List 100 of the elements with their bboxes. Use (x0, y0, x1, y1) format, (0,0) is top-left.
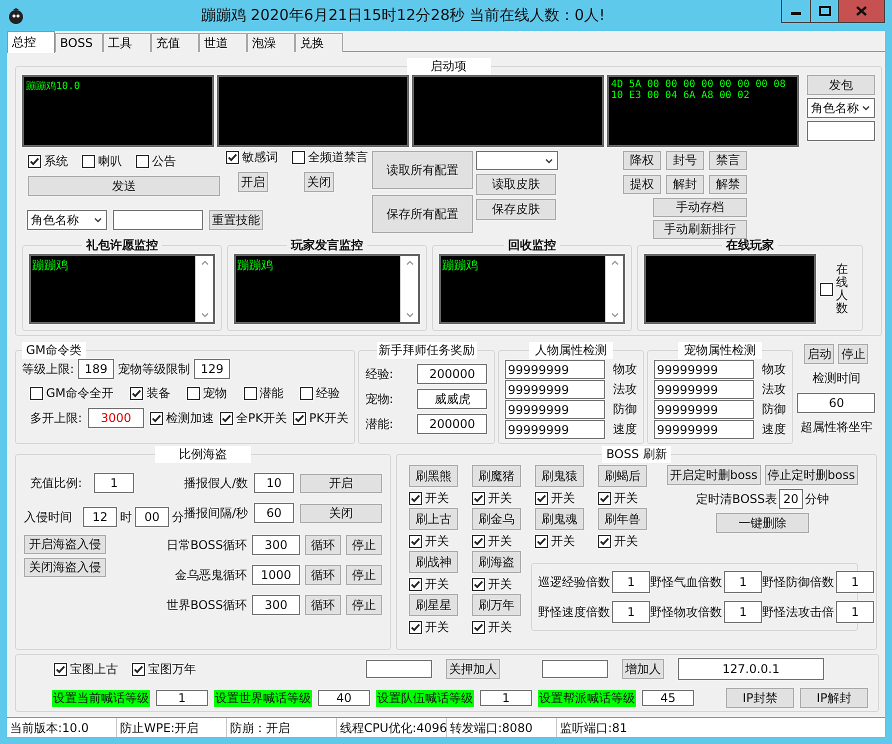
spawn-boss-button[interactable]: 刷鬼猿 (535, 465, 584, 487)
input-field[interactable]: 300 (252, 535, 300, 555)
spawn-boss-button[interactable]: 刷鬼魂 (535, 508, 584, 530)
spawn-boss-button[interactable]: 刷海盗 (472, 551, 522, 573)
loop-button[interactable]: 停止 (346, 565, 382, 585)
scrollbar[interactable] (195, 256, 213, 322)
loop-button[interactable]: 循环 (305, 595, 342, 615)
checkbox[interactable]: 开关 (598, 490, 638, 507)
input-field[interactable]: 60 (254, 503, 294, 523)
send-button[interactable]: 发送 (28, 176, 220, 196)
detector-button[interactable]: 停止 (838, 344, 868, 364)
spawn-boss-button[interactable]: 刷蝎后 (598, 465, 648, 487)
timer-button[interactable]: 开启定时删boss (667, 465, 761, 485)
loop-button[interactable]: 停止 (346, 595, 382, 615)
spawn-boss-button[interactable]: 刷黑熊 (409, 465, 458, 487)
checkbox[interactable]: 检测加速 (150, 410, 214, 426)
checkbox[interactable]: 开关 (409, 490, 450, 507)
skin-button[interactable]: 读取皮肤 (476, 174, 556, 195)
checkbox[interactable]: 开关 (535, 533, 576, 550)
tab[interactable]: 工具 (103, 33, 151, 52)
input-field[interactable]: 1 (612, 601, 650, 623)
input-field[interactable]: 129 (194, 359, 230, 379)
broadcast-button[interactable]: 关闭 (300, 504, 382, 522)
checkbox[interactable]: 宝图万年 (132, 660, 196, 678)
detector-button[interactable]: 启动 (804, 344, 834, 364)
input-field[interactable]: 99999999 (504, 360, 605, 379)
add-player-button[interactable]: 关押加人 (446, 659, 500, 679)
input-field[interactable]: 1 (836, 571, 874, 593)
input-field[interactable]: 200000 (417, 364, 488, 384)
checkbox[interactable]: 宠物 (186, 385, 227, 402)
input-field[interactable]: 00 (135, 507, 169, 527)
input-field[interactable]: 1 (612, 571, 650, 593)
checkbox[interactable]: 开关 (472, 576, 512, 593)
permission-button[interactable]: 降权 (623, 151, 661, 170)
input-field[interactable]: 189 (78, 359, 114, 379)
input-field[interactable]: 10 (254, 473, 294, 493)
permission-button[interactable]: 解封 (666, 175, 704, 194)
input-field[interactable]: 3000 (88, 408, 144, 428)
tab[interactable]: 世道 (199, 33, 247, 52)
input-field[interactable]: 20 (778, 489, 803, 509)
checkbox[interactable]: 喇叭 (82, 153, 122, 170)
input-field[interactable]: 99999999 (654, 420, 754, 439)
input-field[interactable]: 45 (642, 690, 694, 706)
loop-button[interactable]: 循环 (305, 565, 342, 585)
input-field[interactable] (807, 121, 875, 141)
input-field[interactable]: 99999999 (504, 380, 605, 399)
input-field[interactable]: 1 (156, 690, 208, 706)
tab[interactable]: 泡澡 (247, 33, 295, 52)
broadcast-button[interactable]: 开启 (300, 474, 382, 492)
timer-button[interactable]: 停止定时删boss (764, 465, 858, 485)
input-field[interactable]: 99999999 (654, 380, 754, 399)
spawn-boss-button[interactable]: 刷上古 (409, 508, 458, 530)
input-field[interactable]: 300 (252, 595, 300, 615)
checkbox[interactable]: 开关 (598, 533, 638, 550)
checkbox[interactable]: 敏感词 (226, 149, 278, 166)
skin-dropdown[interactable] (476, 151, 558, 170)
loop-button[interactable]: 循环 (305, 535, 342, 555)
input-field[interactable]: 1 (724, 571, 762, 593)
input-field[interactable]: 99999999 (654, 360, 754, 379)
tab[interactable]: 总控 (7, 31, 55, 53)
checkbox[interactable]: 开关 (409, 576, 450, 593)
spawn-boss-button[interactable]: 刷年兽 (598, 508, 648, 530)
input-field[interactable] (113, 210, 203, 230)
checkbox[interactable]: GM命令全开 (30, 385, 114, 402)
permission-button[interactable]: 提权 (623, 175, 661, 194)
input-field[interactable] (542, 660, 608, 678)
filter-button[interactable]: 开启 (238, 172, 268, 192)
role-dropdown[interactable]: 角色名称 (807, 98, 875, 118)
tab[interactable]: BOSS (55, 33, 103, 52)
spawn-boss-button[interactable]: 刷万年 (472, 594, 522, 616)
checkbox[interactable]: 开关 (409, 533, 450, 550)
scrollbar[interactable] (605, 256, 623, 322)
checkbox[interactable]: 全PK开关 (220, 410, 288, 426)
tab[interactable]: 兑换 (295, 33, 343, 52)
input-field[interactable]: 99999999 (504, 420, 605, 439)
close-button[interactable] (838, 0, 884, 22)
input-field[interactable]: 99999999 (504, 400, 605, 419)
spawn-boss-button[interactable]: 刷金乌 (472, 508, 522, 530)
input-field[interactable]: 1000 (252, 565, 300, 585)
checkbox[interactable]: 开关 (472, 490, 512, 507)
checkbox[interactable]: 公告 (136, 153, 176, 170)
ip-field[interactable]: 127.0.0.1 (678, 658, 824, 680)
input-field[interactable]: 1 (724, 601, 762, 623)
spawn-boss-button[interactable]: 刷战神 (409, 551, 458, 573)
input-field[interactable]: 12 (83, 507, 118, 527)
checkbox[interactable]: 开关 (472, 619, 512, 636)
checkbox[interactable]: 潜能 (244, 385, 284, 402)
role-dropdown[interactable]: 角色名称 (27, 210, 107, 230)
permission-button[interactable]: 封号 (666, 151, 704, 170)
filter-button[interactable]: 关闭 (304, 172, 334, 192)
input-field[interactable]: 1 (480, 690, 532, 706)
input-field[interactable]: 60 (797, 393, 876, 413)
input-field[interactable] (366, 660, 432, 678)
checkbox[interactable]: 系统 (28, 153, 68, 170)
input-field[interactable]: 1 (94, 473, 134, 493)
ip-button[interactable]: IP解封 (800, 688, 868, 708)
checkbox[interactable]: 开关 (409, 619, 450, 636)
send-packet-button[interactable]: 发包 (807, 75, 875, 95)
checkbox[interactable]: 在线人数 (820, 262, 848, 316)
checkbox[interactable]: 开关 (535, 490, 576, 507)
